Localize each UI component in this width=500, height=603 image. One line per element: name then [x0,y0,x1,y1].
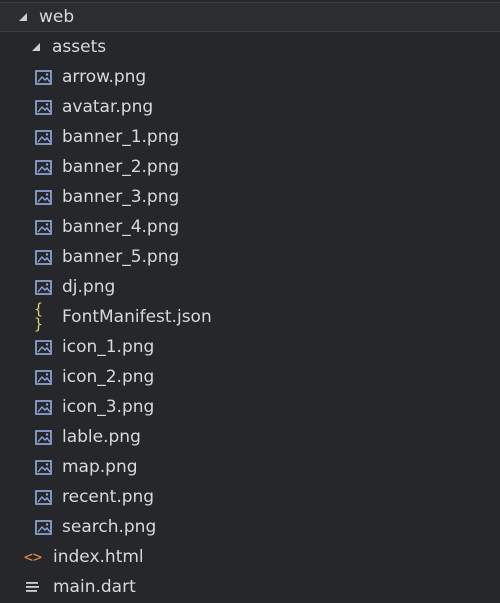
file-label: search.png [62,517,157,537]
tree-item-main-dart[interactable]: main.dart [0,572,500,602]
html-icon: <> [23,547,43,566]
file-label: FontManifest.json [62,307,212,327]
chevron-down-icon[interactable] [32,43,40,51]
dart-icon [25,580,41,595]
tree-item-icon-1-png[interactable]: icon_1.png [0,332,500,362]
tree-item-icon-2-png[interactable]: icon_2.png [0,362,500,392]
file-label: map.png [62,457,138,477]
tree-item-fontmanifest-json[interactable]: { } FontManifest.json [0,302,500,332]
image-icon [35,279,52,295]
tree-item-dj-png[interactable]: dj.png [0,272,500,302]
tree-item-search-png[interactable]: search.png [0,512,500,542]
chevron-down-icon[interactable] [19,13,27,21]
file-label: index.html [53,547,144,567]
json-icon: { } [34,300,44,333]
tree-item-avatar-png[interactable]: avatar.png [0,92,500,122]
image-icon [35,99,52,115]
image-icon [35,219,52,235]
tree-item-icon-3-png[interactable]: icon_3.png [0,392,500,422]
file-label: lable.png [62,427,141,447]
image-icon [35,159,52,175]
file-label: dj.png [62,277,116,297]
tree-item-arrow-png[interactable]: arrow.png [0,62,500,92]
folder-label-web: web [39,7,75,27]
tree-item-web[interactable]: web [0,2,500,32]
file-label: main.dart [53,577,136,597]
file-label: banner_2.png [62,157,180,177]
file-label: icon_3.png [62,397,155,417]
file-label: arrow.png [62,67,147,87]
tree-item-recent-png[interactable]: recent.png [0,482,500,512]
tree-item-assets[interactable]: assets [0,32,500,62]
file-label: recent.png [62,487,155,507]
image-icon [35,369,52,385]
file-label: avatar.png [62,97,154,117]
tree-item-banner-4-png[interactable]: banner_4.png [0,212,500,242]
image-icon [35,519,52,535]
file-label: banner_3.png [62,187,180,207]
tree-item-lable-png[interactable]: lable.png [0,422,500,452]
file-label: banner_4.png [62,217,180,237]
image-icon [35,129,52,145]
image-icon [35,489,52,505]
tree-item-banner-1-png[interactable]: banner_1.png [0,122,500,152]
tree-item-map-png[interactable]: map.png [0,452,500,482]
image-icon [35,429,52,445]
image-icon [35,339,52,355]
image-icon [35,249,52,265]
image-icon [35,69,52,85]
tree-item-banner-5-png[interactable]: banner_5.png [0,242,500,272]
image-icon [35,459,52,475]
tree-item-banner-2-png[interactable]: banner_2.png [0,152,500,182]
file-explorer: web assets arrow.png avatar.png banner_1… [0,0,500,603]
image-icon [35,399,52,415]
file-label: banner_1.png [62,127,180,147]
image-icon [35,189,52,205]
file-label: banner_5.png [62,247,180,267]
folder-label-assets: assets [52,37,107,57]
file-label: icon_1.png [62,337,155,357]
file-label: icon_2.png [62,367,155,387]
tree-item-banner-3-png[interactable]: banner_3.png [0,182,500,212]
tree-item-index-html[interactable]: <> index.html [0,542,500,572]
